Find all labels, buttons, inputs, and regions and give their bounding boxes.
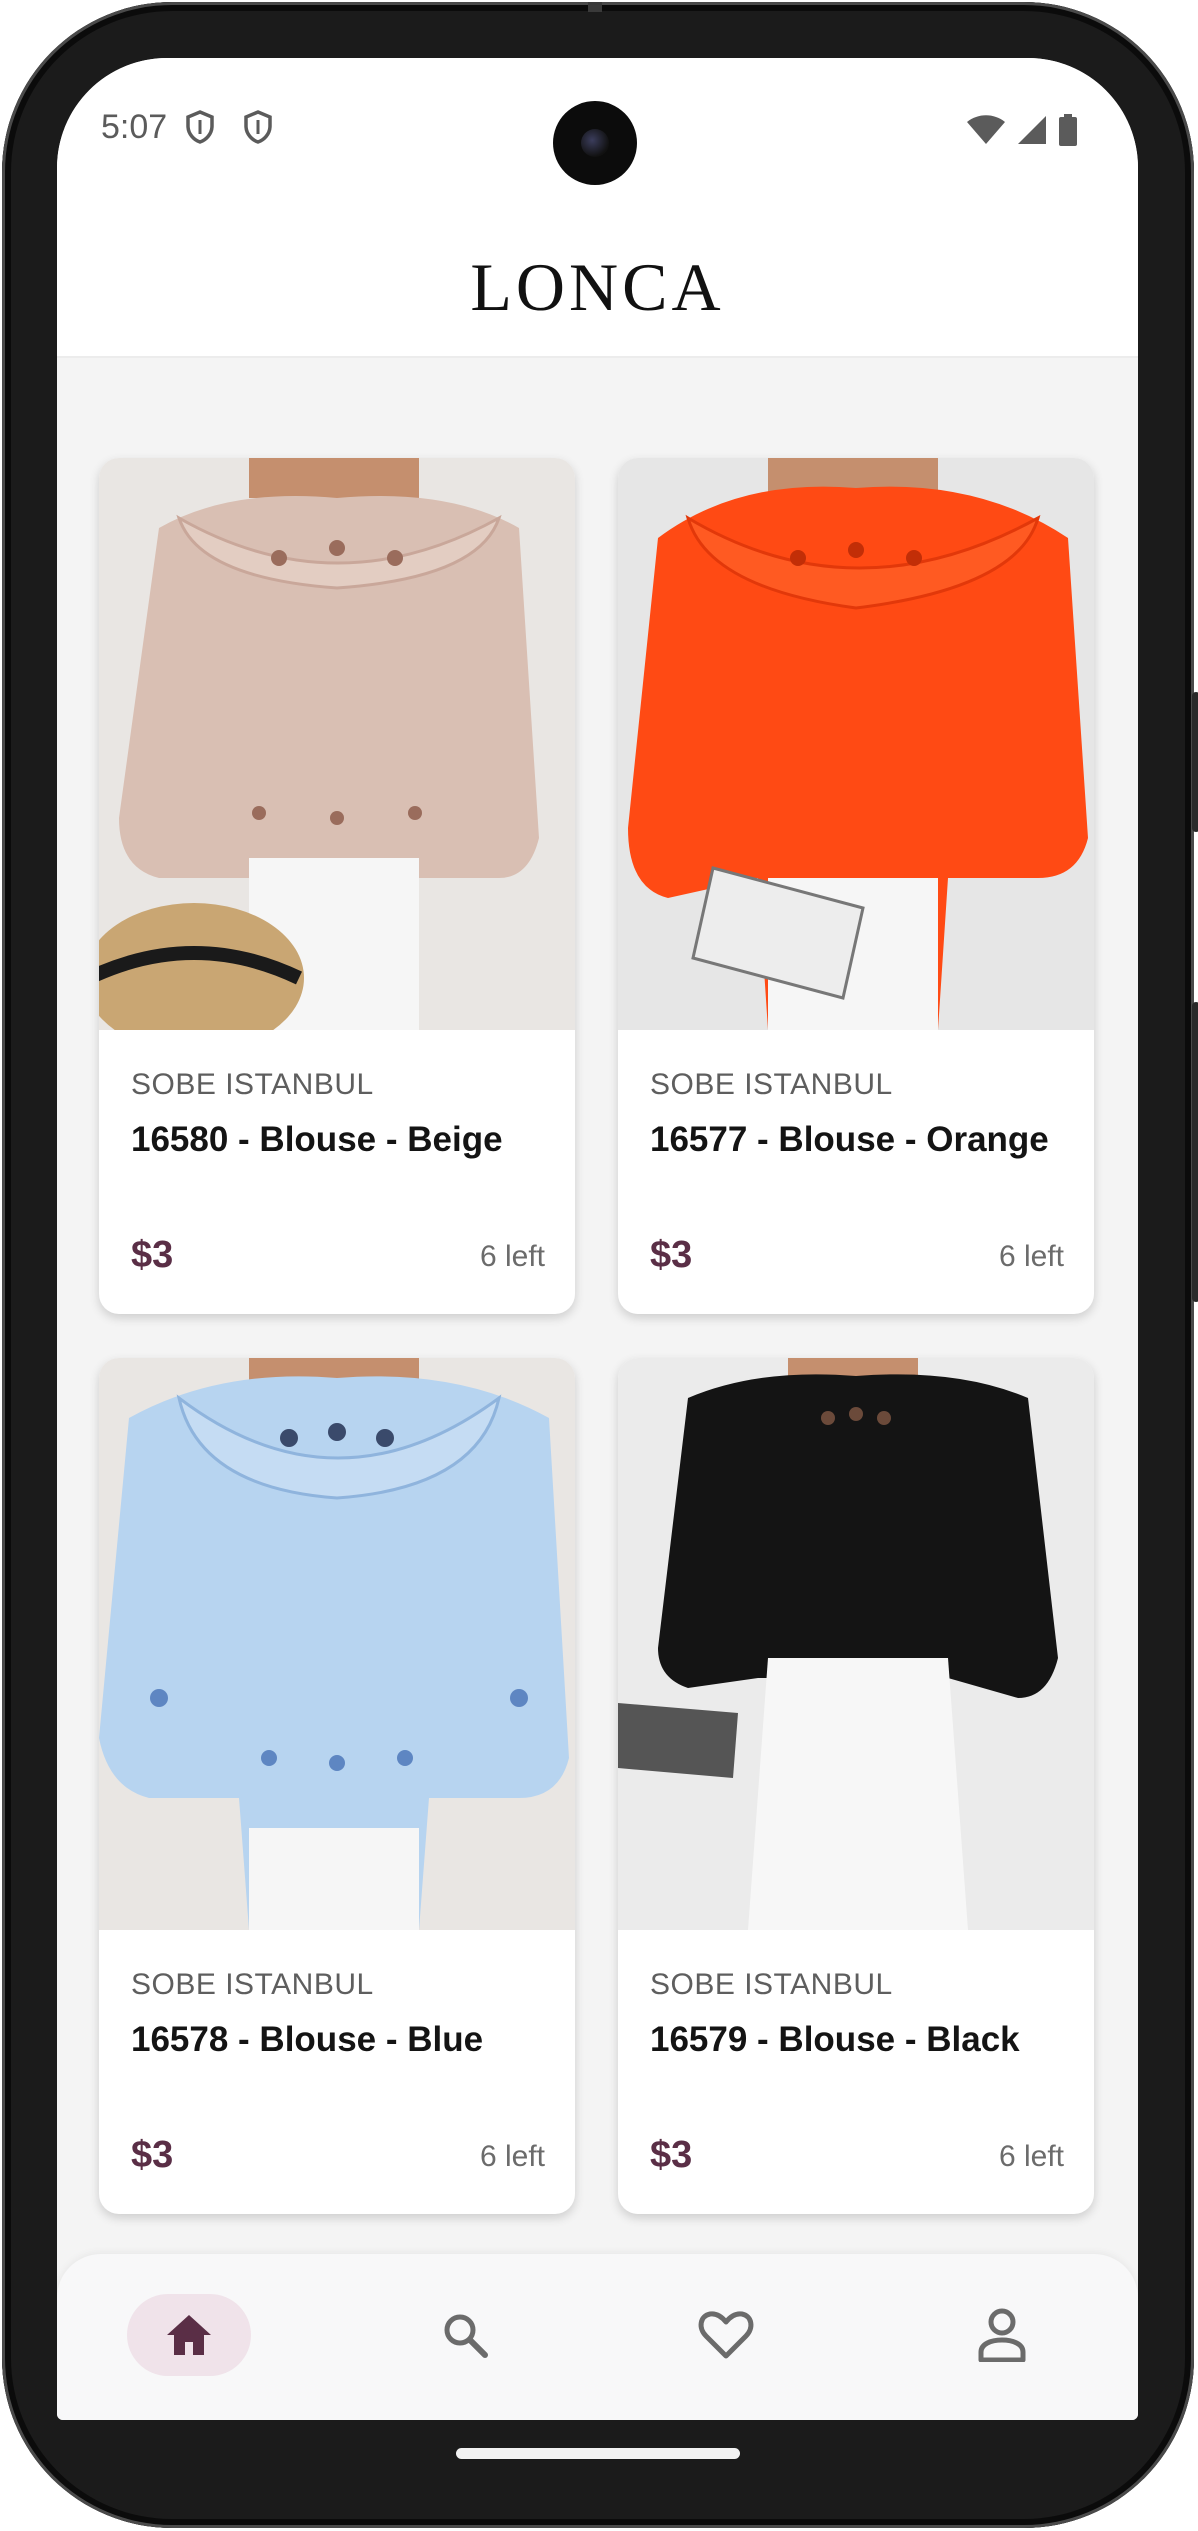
- stock-count: 6 left: [479, 2140, 545, 2173]
- product-price: $3: [650, 2134, 693, 2176]
- product-brand: SOBE ISTANBUL: [131, 1968, 374, 2001]
- antenna-band: [588, 2, 602, 12]
- product-price: $3: [650, 1234, 693, 1276]
- phone-frame: 5:07 LONCA SOBE ISTANBUL 16580 - Blouse …: [2, 2, 1198, 2528]
- nav-favorites[interactable]: [664, 2294, 788, 2376]
- wifi-icon: [967, 115, 1005, 144]
- product-image: [618, 1358, 1094, 1930]
- status-time: 5:07: [101, 108, 168, 146]
- product-title: 16577 - Blouse - Orange: [650, 1120, 1049, 1159]
- front-camera: [553, 101, 637, 185]
- cellular-icon: [1018, 116, 1046, 144]
- product-title: 16578 - Blouse - Blue: [131, 2020, 484, 2059]
- shield-icon: [244, 110, 272, 144]
- product-brand: SOBE ISTANBUL: [650, 1068, 893, 1101]
- screen: 5:07 LONCA SOBE ISTANBUL 16580 - Blouse …: [57, 58, 1138, 2420]
- nav-profile[interactable]: [940, 2294, 1064, 2376]
- home-indicator[interactable]: [456, 2448, 740, 2459]
- product-brand: SOBE ISTANBUL: [650, 1968, 893, 2001]
- home-icon: [167, 2315, 211, 2355]
- battery-icon: [1059, 114, 1077, 146]
- stock-count: 6 left: [998, 1240, 1064, 1273]
- product-brand: SOBE ISTANBUL: [131, 1068, 374, 1101]
- product-title: 16579 - Blouse - Black: [650, 2020, 1020, 2059]
- brand-logo[interactable]: LONCA: [57, 248, 1138, 327]
- product-image: [618, 458, 1094, 1030]
- stock-count: 6 left: [479, 1240, 545, 1273]
- status-bar: 5:07: [57, 58, 1138, 198]
- status-icons: [966, 114, 1078, 146]
- nav-search[interactable]: [403, 2294, 527, 2376]
- search-icon: [444, 2314, 488, 2358]
- product-card[interactable]: SOBE ISTANBUL 16578 - Blouse - Blue $3 6…: [99, 1358, 575, 2214]
- product-card[interactable]: SOBE ISTANBUL 16579 - Blouse - Black $3 …: [618, 1358, 1094, 2214]
- app-header: LONCA: [57, 198, 1138, 358]
- nav-home[interactable]: [127, 2294, 251, 2376]
- product-image: [99, 458, 575, 1030]
- product-card[interactable]: SOBE ISTANBUL 16577 - Blouse - Orange $3…: [618, 458, 1094, 1314]
- product-price: $3: [131, 2134, 174, 2176]
- shield-icon: [186, 110, 214, 144]
- product-card[interactable]: SOBE ISTANBUL 16580 - Blouse - Beige $3 …: [99, 458, 575, 1314]
- product-price: $3: [131, 1234, 174, 1276]
- product-image: [99, 1358, 575, 1930]
- power-button: [1192, 692, 1198, 832]
- profile-icon: [978, 2308, 1026, 2362]
- product-title: 16580 - Blouse - Beige: [131, 1120, 503, 1159]
- volume-button: [1192, 1002, 1198, 1302]
- stock-count: 6 left: [998, 2140, 1064, 2173]
- bottom-navigation: [57, 2254, 1138, 2420]
- heart-icon: [698, 2311, 754, 2359]
